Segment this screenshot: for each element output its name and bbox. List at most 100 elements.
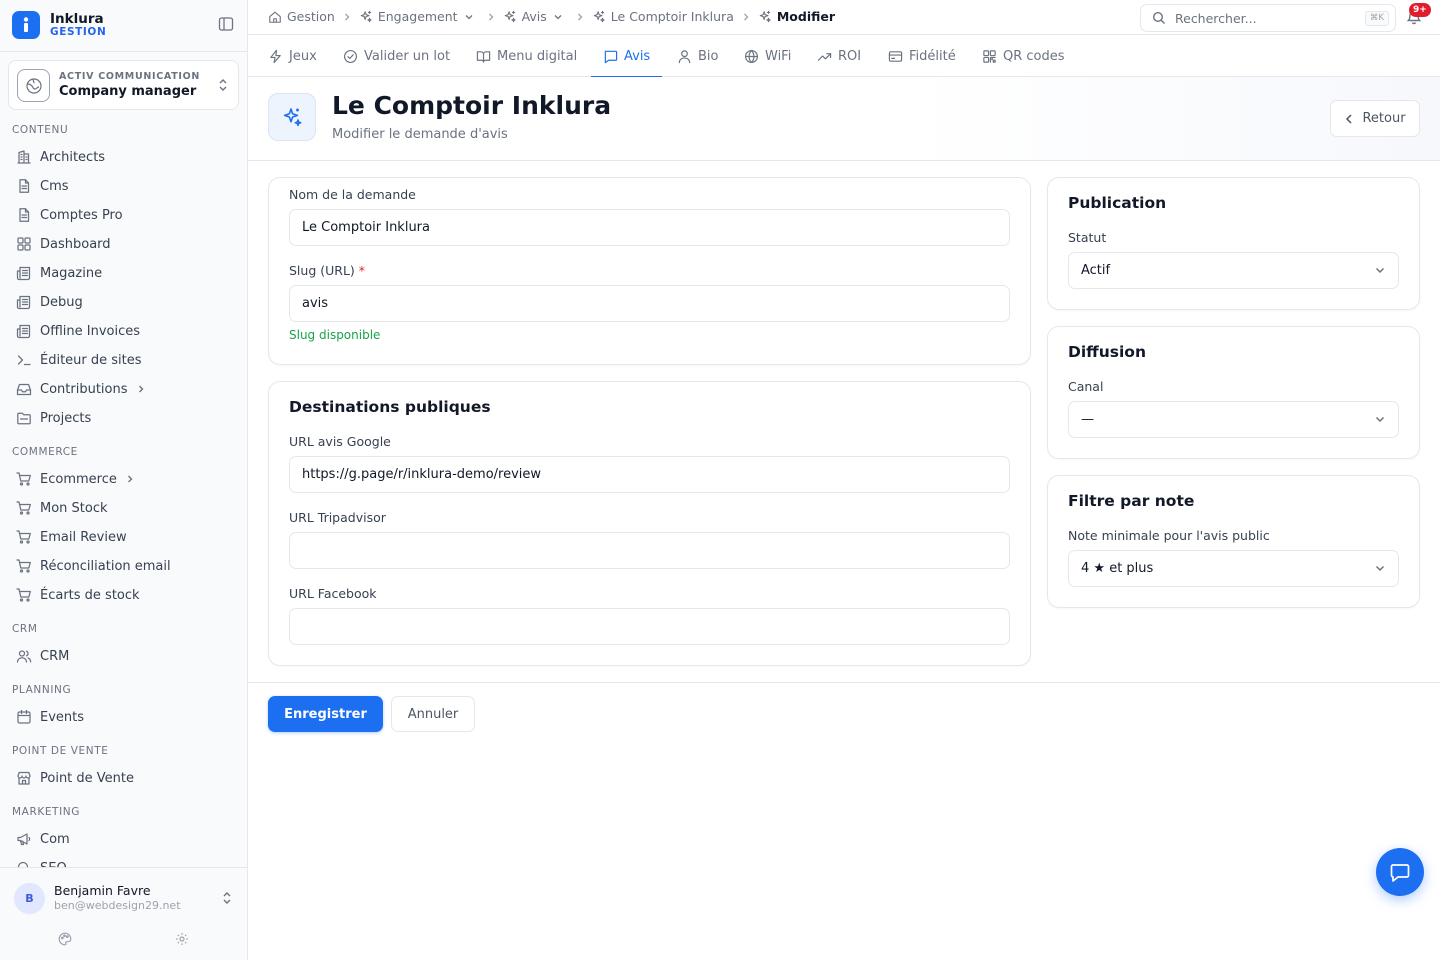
tab-label: Bio	[698, 48, 719, 64]
tab-label: Valider un lot	[364, 48, 451, 64]
chevron-right-icon	[127, 475, 133, 483]
sidebar-toggle-icon[interactable]	[218, 16, 234, 32]
sparkles-icon	[593, 10, 605, 22]
brand[interactable]: Inklura GESTION	[12, 11, 236, 41]
name-field[interactable]	[289, 209, 1010, 246]
sidebar-item-label: Point de Vente	[40, 770, 135, 786]
breadcrumb-item[interactable]: Gestion	[268, 9, 335, 24]
sidebar-item-comptes-pro[interactable]: Comptes Pro	[8, 201, 238, 229]
sidebar-item-seo[interactable]: SEO	[8, 854, 238, 867]
sidebar-item-label: Dashboard	[40, 236, 111, 252]
sidebar-item-cms[interactable]: Cms	[8, 172, 238, 200]
tab-menu-digital[interactable]: Menu digital	[476, 35, 577, 77]
user-name: Benjamin Favre	[54, 883, 151, 898]
save-button[interactable]: Enregistrer	[268, 696, 383, 732]
sidebar-item-label: CRM	[40, 648, 70, 664]
tab-fidelite[interactable]: Fidélité	[888, 35, 956, 77]
tab-valider-un-lot[interactable]: Valider un lot	[343, 35, 450, 77]
sidebar-item-magazine[interactable]: Magazine	[8, 259, 238, 287]
destinations-title: Destinations publiques	[289, 398, 491, 416]
brand-subtitle: GESTION	[50, 26, 107, 38]
sidebar-item-reconciliation-email[interactable]: Réconciliation email	[8, 552, 238, 580]
chevrons-up-down-icon	[217, 78, 229, 92]
channel-select[interactable]: —	[1068, 401, 1399, 438]
name-label: Nom de la demande	[289, 187, 416, 202]
sidebar-section-label: COMMERCE	[12, 446, 78, 458]
sidebar-item-point-de-vente[interactable]: Point de Vente	[8, 764, 238, 792]
globe-icon	[17, 69, 50, 102]
sidebar-item-architects[interactable]: Architects	[8, 143, 238, 171]
slug-field[interactable]	[289, 285, 1010, 322]
breadcrumb-separator-icon	[343, 12, 351, 22]
rating-filter-card: Filtre par note Note minimale pour l'avi…	[1047, 475, 1420, 608]
calendar-icon	[17, 709, 31, 724]
tab-roi[interactable]: ROI	[817, 35, 861, 77]
destinations-card: Destinations publiques URL avis Google U…	[268, 381, 1031, 666]
megaphone-icon	[17, 833, 31, 846]
breadcrumb-item[interactable]: Avis	[503, 9, 568, 24]
tab-label: WiFi	[765, 48, 792, 64]
facebook-url-field[interactable]	[289, 608, 1010, 645]
request-card: Nom de la demande Slug (URL) * Slug disp…	[268, 177, 1031, 365]
breadcrumb-separator-icon	[742, 12, 750, 22]
sidebar-item-label: Com	[40, 831, 70, 847]
sidebar-item-com[interactable]: Com	[8, 825, 238, 853]
chevron-down-icon	[1374, 562, 1386, 574]
notification-badge: 9+	[1409, 3, 1431, 17]
breadcrumb-label: Gestion	[287, 9, 335, 24]
breadcrumb-item[interactable]: Le Comptoir Inklura	[592, 9, 734, 24]
sidebar: Inklura GESTION ACTIV COMMUNICATION Comp…	[0, 0, 248, 960]
sidebar-item-label: Magazine	[40, 265, 103, 281]
chat-button[interactable]	[1376, 848, 1424, 896]
tab-avis[interactable]: Avis	[590, 35, 663, 78]
sidebar-item-projects[interactable]: Projects	[8, 404, 238, 432]
tripadvisor-url-field[interactable]	[289, 532, 1010, 569]
company-switcher[interactable]: ACTIV COMMUNICATION Company manager	[8, 60, 239, 110]
search-box[interactable]: ⌘K	[1140, 4, 1396, 32]
sidebar-item-ecarts-de-stock[interactable]: Écarts de stock	[8, 581, 238, 609]
chevron-down-icon	[1374, 413, 1386, 425]
tab-bio[interactable]: Bio	[677, 35, 718, 77]
breadcrumb-item: Modifier	[758, 9, 835, 24]
cancel-button[interactable]: Annuler	[391, 696, 475, 732]
home-icon	[269, 11, 281, 23]
sparkles-icon	[504, 10, 516, 22]
sidebar-item-events[interactable]: Events	[8, 703, 238, 731]
tab-qr-codes[interactable]: QR codes	[982, 35, 1065, 77]
sidebar-section-label: PLANNING	[12, 684, 72, 696]
sidebar-section-label: CONTENU	[12, 124, 69, 136]
tab-wifi[interactable]: WiFi	[744, 35, 791, 77]
chevron-down-icon	[554, 14, 562, 19]
sidebar-item-contributions[interactable]: Contributions	[8, 375, 238, 403]
tab-label: ROI	[838, 48, 862, 64]
sidebar-item-crm[interactable]: CRM	[8, 642, 238, 670]
google-url-field[interactable]	[289, 456, 1010, 493]
settings-icon[interactable]	[175, 932, 189, 946]
sidebar-item-mon-stock[interactable]: Mon Stock	[8, 494, 238, 522]
sidebar-item-dashboard[interactable]: Dashboard	[8, 230, 238, 258]
search-icon	[17, 861, 29, 867]
sidebar-item-editeur-de-sites[interactable]: Éditeur de sites	[8, 346, 238, 374]
keyboard-shortcut: ⌘K	[1364, 11, 1389, 26]
status-select[interactable]: Actif	[1068, 252, 1399, 289]
store-icon	[17, 771, 31, 785]
required-marker: *	[358, 263, 366, 278]
palette-icon[interactable]	[58, 932, 72, 946]
tab-jeux[interactable]: Jeux	[268, 35, 317, 77]
user-menu[interactable]: B Benjamin Favre ben@webdesign29.net	[0, 867, 247, 960]
sidebar-item-email-review[interactable]: Email Review	[8, 523, 238, 551]
breadcrumb-separator-icon	[576, 12, 584, 22]
min-rating-select[interactable]: 4 ★ et plus	[1068, 550, 1399, 587]
sidebar-item-debug[interactable]: Debug	[8, 288, 238, 316]
breadcrumb-item[interactable]: Engagement	[359, 9, 479, 24]
sidebar-item-ecommerce[interactable]: Ecommerce	[8, 465, 238, 493]
building-icon	[17, 150, 31, 164]
page-header: Le Comptoir Inklura Modifier le demande …	[248, 77, 1440, 161]
check-circle-icon	[344, 49, 357, 63]
search-input[interactable]	[1175, 5, 1355, 31]
min-rating-label: Note minimale pour l'avis public	[1068, 528, 1270, 543]
back-button[interactable]: Retour	[1330, 100, 1420, 137]
sidebar-item-label: Cms	[40, 178, 69, 194]
publication-card: Publication Statut Actif	[1047, 177, 1420, 310]
sidebar-item-offline-invoices[interactable]: Offline Invoices	[8, 317, 238, 345]
